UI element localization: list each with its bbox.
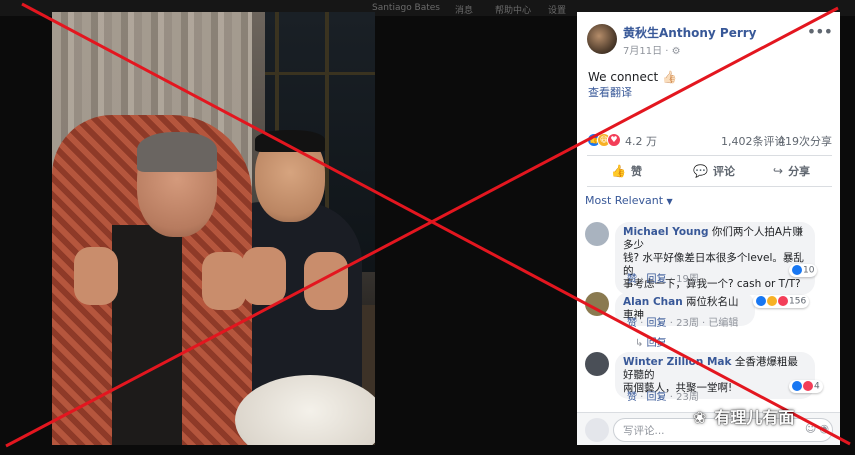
- more-options-icon[interactable]: •••: [807, 22, 833, 41]
- view-replies-link[interactable]: 回复: [647, 338, 667, 349]
- post-actions: 👍 赞 💬 评论 ↪ 分享: [587, 160, 832, 184]
- comment-reply-link[interactable]: 回复: [647, 392, 667, 403]
- divider: [587, 155, 832, 156]
- top-bar-item[interactable]: Santiago Bates: [372, 3, 440, 13]
- view-replies[interactable]: ↳ 回复: [635, 334, 667, 349]
- commenter-avatar[interactable]: [585, 222, 609, 246]
- comment: Michael Young 你们两个人拍A片赚多少 钱? 水平好像差日本很多个l…: [585, 222, 835, 295]
- composer-tools: ☺◉: [805, 422, 832, 435]
- comment: Winter Zillion Mak 全香港爆粗最好聽的 兩個藝人，共聚一堂啊!…: [585, 352, 835, 410]
- post-date[interactable]: 7月11日: [623, 46, 662, 57]
- post-panel: 黄秋生Anthony Perry 7月11日 · ⚙ ••• We connec…: [577, 12, 840, 445]
- divider: [587, 186, 832, 187]
- wechat-icon: ❀: [693, 408, 707, 427]
- share-button[interactable]: ↪ 分享: [773, 163, 810, 179]
- comment-reply-link[interactable]: 回复: [647, 318, 667, 329]
- comment-reactions[interactable]: 156: [753, 295, 810, 308]
- haha-reaction-icon: [767, 296, 777, 306]
- top-bar-item[interactable]: 帮助中心: [495, 3, 531, 16]
- love-reaction-icon: [778, 296, 788, 306]
- commenter-avatar[interactable]: [585, 292, 609, 316]
- current-user-avatar: [585, 418, 609, 442]
- post-photo[interactable]: [52, 12, 375, 445]
- reaction-count[interactable]: 4.2 万: [625, 133, 657, 149]
- globe-icon: ⚙: [671, 46, 681, 57]
- share-icon: ↪: [773, 164, 784, 178]
- comment-like-link[interactable]: 赞: [627, 274, 637, 285]
- thumbs-up-hand: [304, 252, 348, 310]
- thumbs-up-icon: 👍: [611, 164, 626, 178]
- top-bar-item[interactable]: 消息: [455, 3, 473, 16]
- post-text: We connect 👍🏻: [588, 70, 677, 84]
- comment-actions: 赞 · 回复 · 19周: [627, 274, 699, 285]
- like-reaction-icon: [792, 381, 802, 391]
- thumbs-up-hand: [202, 252, 246, 310]
- comment-reactions[interactable]: 4: [789, 380, 823, 393]
- comment-actions: 赞 · 回复 · 23周 · 已编辑: [627, 318, 739, 329]
- post-meta: 7月11日 · ⚙: [623, 46, 681, 57]
- comment-button[interactable]: 💬 评论: [693, 163, 735, 179]
- reply-arrow-icon: ↳: [635, 338, 644, 349]
- post-header: 黄秋生Anthony Perry 7月11日 · ⚙ •••: [587, 22, 833, 58]
- watermark-text: 有理儿有面: [714, 408, 795, 427]
- comment-time[interactable]: 19周: [676, 274, 699, 285]
- thumbs-up-hand: [74, 247, 118, 305]
- comment-time[interactable]: 23周: [676, 392, 699, 403]
- comment-like-link[interactable]: 赞: [627, 318, 637, 329]
- commenter-name[interactable]: Winter Zillion Mak: [623, 356, 732, 368]
- love-reaction-icon: [803, 381, 813, 391]
- edited-label[interactable]: 已编辑: [708, 318, 738, 329]
- commenter-name[interactable]: Michael Young: [623, 226, 709, 238]
- like-button[interactable]: 👍 赞: [611, 163, 642, 179]
- post-stats: 👍😆 ♥ 4.2 万 1,402条评论 419次分享: [587, 131, 832, 149]
- share-count[interactable]: 419次分享: [778, 133, 832, 149]
- thumbs-up-hand: [242, 247, 286, 305]
- author-avatar[interactable]: [587, 24, 617, 54]
- caret-down-icon: ▼: [666, 197, 673, 206]
- comment-reactions[interactable]: 10: [789, 264, 818, 277]
- watermark: ❀ 有理儿有面: [693, 404, 794, 428]
- comment-actions: 赞 · 回复 · 23周: [627, 392, 699, 403]
- author-name[interactable]: 黄秋生Anthony Perry: [623, 24, 757, 41]
- comment-icon: 💬: [693, 164, 708, 178]
- comment-time[interactable]: 23周: [676, 318, 699, 329]
- reaction-icons[interactable]: 👍😆 ♥: [587, 132, 621, 147]
- love-reaction-icon: ♥: [607, 133, 621, 147]
- commenter-name[interactable]: Alan Chan: [623, 296, 683, 308]
- commenter-avatar[interactable]: [585, 352, 609, 376]
- comment-like-link[interactable]: 赞: [627, 392, 637, 403]
- like-reaction-icon: [756, 296, 766, 306]
- top-bar-item[interactable]: 设置: [548, 3, 566, 16]
- comment-reply-link[interactable]: 回复: [647, 274, 667, 285]
- comment: Alan Chan 兩位秋名山車神 156 赞 · 回复 · 23周 · 已编辑…: [585, 292, 835, 352]
- like-reaction-icon: [792, 265, 802, 275]
- comment-count[interactable]: 1,402条评论: [721, 133, 786, 149]
- comments-sort-dropdown[interactable]: Most Relevant ▼: [585, 194, 673, 207]
- emoji-icon[interactable]: ☺: [805, 422, 819, 435]
- see-translation-link[interactable]: 查看翻译: [588, 84, 632, 100]
- camera-icon[interactable]: ◉: [819, 422, 832, 435]
